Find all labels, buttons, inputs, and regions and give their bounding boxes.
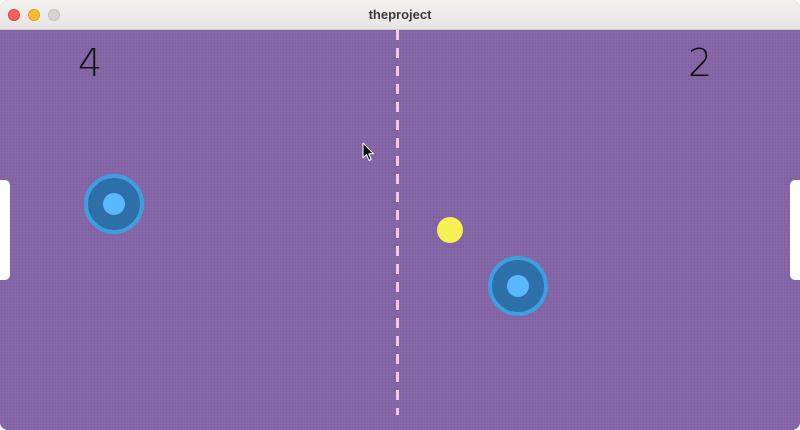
center-line: [396, 30, 399, 415]
left-mallet-knob: [103, 193, 125, 215]
right-player-mallet[interactable]: [488, 256, 548, 316]
right-score: 2: [688, 41, 713, 85]
game-field[interactable]: 4 2: [0, 30, 800, 430]
mouse-pointer-icon: [362, 142, 374, 161]
window-title: theproject: [368, 7, 432, 22]
left-goal: [0, 180, 10, 280]
right-mallet-knob: [507, 275, 529, 297]
right-goal: [790, 180, 800, 280]
app-window: theproject 4 2: [0, 0, 800, 430]
title-bar[interactable]: theproject: [0, 0, 800, 30]
left-player-mallet[interactable]: [84, 174, 144, 234]
puck: [437, 217, 463, 243]
left-score: 4: [78, 41, 103, 85]
